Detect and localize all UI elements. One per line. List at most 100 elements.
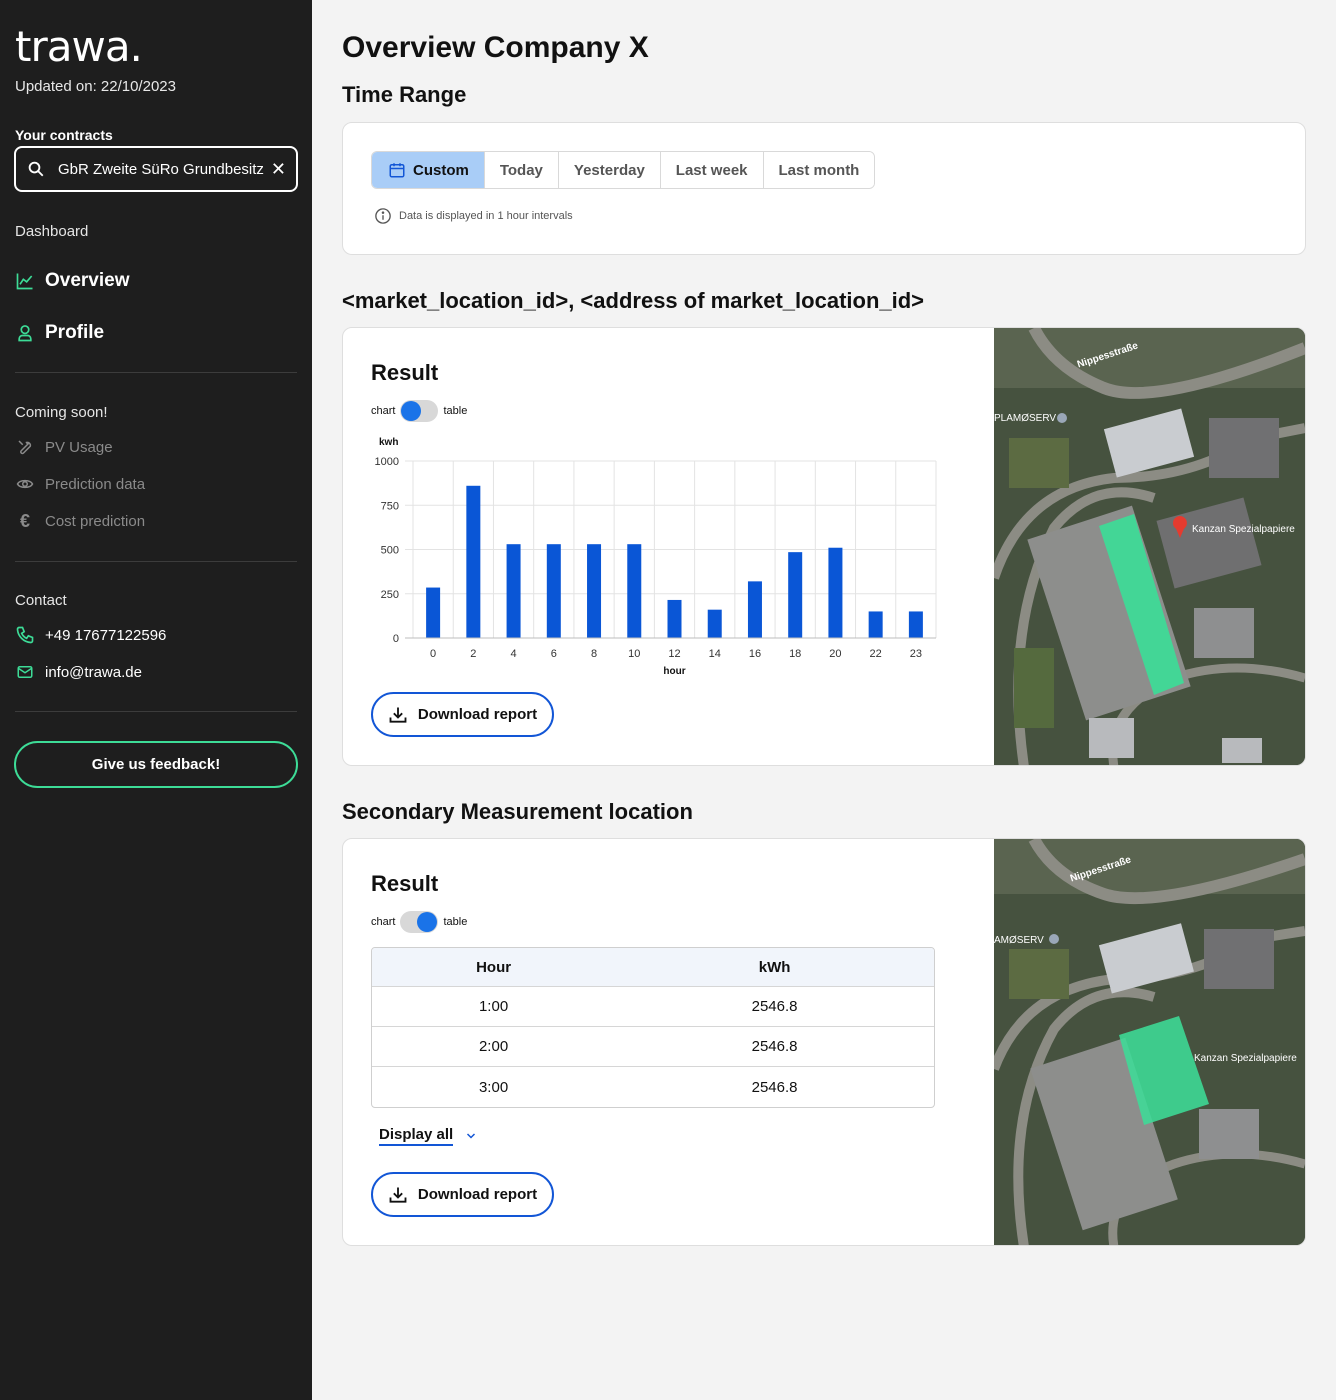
download-report-button[interactable]: Download report [371, 1172, 554, 1217]
poi-label: PLAMØSERV [994, 413, 1057, 424]
x-tick-label: 16 [749, 648, 761, 660]
bar [627, 544, 642, 638]
toggle-table-label: table [443, 916, 468, 928]
download-icon [388, 705, 408, 725]
x-tick-label: 8 [591, 648, 597, 660]
contact-email[interactable]: info@trawa.de [15, 662, 142, 682]
bar [506, 544, 521, 638]
contracts-label: Your contracts [15, 127, 113, 143]
user-icon [15, 323, 35, 343]
x-tick-label: 2 [470, 648, 476, 660]
y-tick-label: 750 [381, 500, 399, 512]
satellite-map[interactable]: Nippesstraße AMØSERV Kanzan Spezialpapie… [994, 839, 1305, 1245]
download-report-button[interactable]: Download report [371, 692, 554, 737]
table-header: Hour [372, 948, 616, 987]
table-cell: 2546.8 [615, 987, 934, 1027]
phone-number[interactable]: +49 17677122596 [45, 627, 166, 644]
x-tick-label: 10 [628, 648, 640, 660]
tab-last-week[interactable]: Last week [660, 152, 764, 188]
y-axis-label: kwh [379, 437, 398, 448]
bar [587, 544, 602, 638]
bar [747, 581, 762, 638]
nav-item-label: Overview [45, 270, 130, 291]
poi-label: Kanzan Spezialpapiere [1194, 1053, 1297, 1064]
tab-custom[interactable]: Custom [372, 152, 485, 188]
info-icon [373, 206, 393, 226]
bar [466, 485, 481, 638]
table-cell: 2546.8 [751, 1078, 798, 1096]
interval-note: Data is displayed in 1 hour intervals [373, 206, 573, 226]
table-cell: 1:00 [372, 987, 616, 1027]
interval-note-text: Data is displayed in 1 hour intervals [399, 210, 573, 222]
contact-phone[interactable]: +49 17677122596 [15, 625, 166, 645]
table-row: 2:00 2546.8 [372, 1027, 934, 1067]
nav-item-label: Profile [45, 322, 105, 343]
bar [868, 611, 883, 638]
wrench-icon [15, 437, 35, 457]
dashboard-label: Dashboard [15, 223, 89, 240]
euro-icon: € [19, 510, 30, 531]
contract-value[interactable]: GbR Zweite SüRo Grundbesitz [58, 161, 271, 178]
nav-item-overview[interactable]: Overview [15, 270, 130, 292]
bar-chart: kwh 0 250 500 750 1000 0 2 4 6 8 10 12 14 16 18 20 22 23 ho… [375, 437, 937, 677]
toggle-table-label: table [443, 405, 468, 417]
result-card-chart: Result chart table kwh 0 250 500 750 1000 0 2 4 6… [342, 327, 1306, 766]
bar [707, 609, 722, 638]
table-cell: 3:00 [478, 1078, 509, 1096]
download-icon [388, 1185, 408, 1205]
nav-item-profile[interactable]: Profile [15, 322, 104, 344]
divider [15, 372, 297, 373]
mail-icon [15, 662, 35, 682]
eye-icon [15, 474, 35, 494]
x-tick-label: 14 [709, 648, 721, 660]
page-title: Overview Company X [342, 31, 649, 64]
chart-table-toggle[interactable] [400, 400, 439, 422]
email-address[interactable]: info@trawa.de [45, 664, 142, 681]
time-range-title: Time Range [342, 82, 467, 107]
tab-last-month[interactable]: Last month [763, 152, 875, 188]
toggle-knob [401, 401, 422, 421]
time-range-card: Custom Today Yesterday Last week Last mo… [342, 122, 1306, 255]
poi-label: Kanzan Spezialpapiere [1192, 524, 1295, 535]
y-tick-label: 250 [381, 589, 399, 601]
table-row: 3:00 2546.8 [372, 1067, 934, 1107]
close-icon[interactable]: ✕ [271, 159, 286, 180]
x-tick-label: 18 [789, 648, 801, 660]
soon-item-label: PV Usage [45, 438, 113, 456]
result-title: Result [371, 360, 439, 385]
tab-yesterday[interactable]: Yesterday [558, 152, 661, 188]
display-all-button[interactable]: Display all [379, 1126, 481, 1146]
x-axis-label: hour [663, 666, 685, 677]
bar [546, 544, 561, 638]
table-row: 1:00 2546.8 [372, 987, 934, 1027]
contract-search-input[interactable]: GbR Zweite SüRo Grundbesitz ✕ [14, 146, 298, 192]
bar [667, 599, 682, 638]
view-toggle: chart table [371, 911, 467, 933]
x-tick-label: 6 [551, 648, 557, 660]
display-all-label: Display all [379, 1126, 454, 1146]
location-title: <market_location_id>, <address of market… [342, 288, 925, 313]
chart-line-icon [15, 271, 35, 291]
data-table: Hour kWh 1:00 2546.8 2:00 2546.8 3:00 25… [371, 947, 935, 1108]
feedback-button[interactable]: Give us feedback! [14, 741, 298, 788]
result-card-table: Result chart table Hour kWh 1:00 2546.8 … [342, 838, 1306, 1246]
x-tick-label: 12 [668, 648, 680, 660]
chart-table-toggle[interactable] [400, 911, 439, 933]
bar [426, 587, 441, 638]
updated-date: Updated on: 22/10/2023 [15, 78, 176, 95]
y-tick-label: 0 [393, 633, 399, 645]
coming-soon-label: Coming soon! [15, 404, 108, 421]
calendar-icon [387, 160, 407, 180]
time-range-tabs: Custom Today Yesterday Last week Last mo… [371, 151, 876, 189]
y-tick-label: 500 [381, 545, 399, 557]
x-tick-label: 0 [430, 648, 436, 660]
table-header-row: Hour kWh [372, 948, 934, 987]
bar [788, 552, 803, 638]
x-tick-label: 22 [870, 648, 882, 660]
table-header: kWh [615, 948, 934, 987]
satellite-map[interactable]: Nippesstraße PLAMØSERV Kanzan Spezialpap… [994, 328, 1305, 765]
contact-label: Contact [15, 592, 67, 609]
divider [15, 561, 297, 562]
soon-item-prediction: Prediction data [15, 474, 145, 494]
tab-today[interactable]: Today [484, 152, 559, 188]
